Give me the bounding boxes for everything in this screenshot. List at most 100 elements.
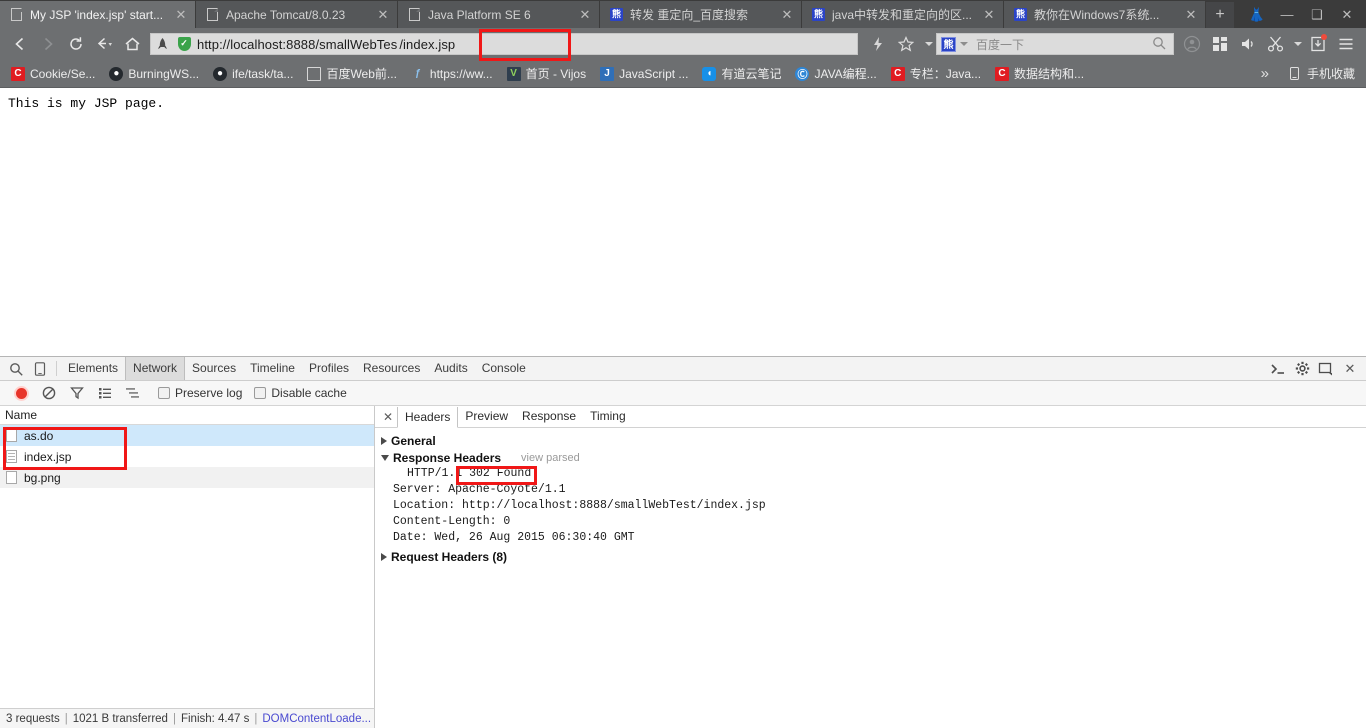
bookmark-item[interactable]: 百度Web前... <box>300 63 403 85</box>
new-tab-button[interactable]: + <box>1206 2 1234 28</box>
header-line: Location: http://localhost:8888/smallWeb… <box>393 499 766 512</box>
preserve-log-checkbox[interactable]: Preserve log <box>158 386 242 400</box>
status-line: HTTP/1.1 302 Found <box>379 466 1366 482</box>
bookmark-item[interactable]: C 专栏：Java... <box>884 63 988 85</box>
request-count: 3 requests <box>6 712 60 725</box>
section-response-headers[interactable]: Response Headers view parsed <box>379 449 1366 466</box>
browser-tab-5[interactable]: 熊 教你在Windows7系统... ✕ <box>1004 1 1206 28</box>
browser-tab-1[interactable]: Apache Tomcat/8.0.23 ✕ <box>196 1 398 28</box>
bookmarks-overflow: » 手机收藏 <box>1249 63 1362 85</box>
scissors-icon[interactable] <box>1262 30 1290 58</box>
bookmark-item[interactable]: Ⓒ JAVA编程... <box>788 63 883 85</box>
list-view-icon[interactable] <box>92 382 118 404</box>
reload-icon[interactable] <box>62 30 90 58</box>
tab-preview[interactable]: Preview <box>458 406 515 427</box>
bookmark-item[interactable]: V 首页 - Vijos <box>500 63 593 85</box>
tab-response[interactable]: Response <box>515 406 583 427</box>
request-list: Name as.do index.jsp bg.png <box>0 406 375 728</box>
filter-icon[interactable] <box>64 382 90 404</box>
close-icon[interactable]: ✕ <box>379 407 397 427</box>
skin-icon[interactable]: 👗 <box>1242 2 1272 28</box>
github-icon: ● <box>109 66 124 81</box>
console-drawer-icon[interactable] <box>1266 358 1290 380</box>
bookmarks-bar: C Cookie/Se... ● BurningWS... ● ife/task… <box>0 60 1366 88</box>
close-icon[interactable]: ✕ <box>1332 2 1362 28</box>
tab-resources[interactable]: Resources <box>356 357 427 380</box>
forward-icon[interactable] <box>34 30 62 58</box>
waterfall-icon[interactable] <box>120 382 146 404</box>
search-icon[interactable] <box>1152 36 1173 53</box>
table-row[interactable]: bg.png <box>0 467 374 488</box>
section-general[interactable]: General <box>379 432 1366 449</box>
close-icon[interactable]: ✕ <box>1183 7 1199 23</box>
disable-cache-checkbox[interactable]: Disable cache <box>254 386 347 400</box>
request-name: index.jsp <box>24 449 72 464</box>
lightning-icon[interactable] <box>864 30 892 58</box>
minimize-icon[interactable]: — <box>1272 2 1302 28</box>
back-icon[interactable] <box>6 30 34 58</box>
address-bar[interactable]: ✓ http://localhost:8888/smallWebTes /ind… <box>150 33 858 55</box>
mobile-bookmarks-item[interactable]: 手机收藏 <box>1281 63 1362 85</box>
bookmark-item[interactable]: ◖ 有道云笔记 <box>695 63 788 85</box>
network-toolbar: Preserve log Disable cache <box>0 381 1366 406</box>
close-icon[interactable]: ✕ <box>779 7 795 23</box>
volume-icon[interactable] <box>1234 30 1262 58</box>
browser-tab-2[interactable]: Java Platform SE 6 ✕ <box>398 1 600 28</box>
table-row[interactable]: as.do <box>0 425 374 446</box>
clear-icon[interactable] <box>36 382 62 404</box>
bookmark-item[interactable]: C Cookie/Se... <box>4 63 102 85</box>
search-box[interactable]: 熊 百度一下 <box>936 33 1174 55</box>
navigation-toolbar: ✓ http://localhost:8888/smallWebTes /ind… <box>0 28 1366 60</box>
close-icon[interactable]: ✕ <box>375 7 391 23</box>
record-icon[interactable] <box>8 382 34 404</box>
tab-profiles[interactable]: Profiles <box>302 357 356 380</box>
tab-console[interactable]: Console <box>475 357 533 380</box>
menu-icon[interactable] <box>1332 30 1360 58</box>
history-icon[interactable] <box>90 30 118 58</box>
section-request-headers[interactable]: Request Headers (8) <box>379 548 1366 565</box>
bookmark-item[interactable]: ƒ https://ww... <box>404 63 500 85</box>
inspect-icon[interactable] <box>4 358 28 380</box>
tab-timing[interactable]: Timing <box>583 406 633 427</box>
browser-tab-3[interactable]: 熊 转发 重定向_百度搜索 ✕ <box>600 1 802 28</box>
home-icon[interactable] <box>118 30 146 58</box>
gear-icon[interactable] <box>1290 358 1314 380</box>
download-badge <box>1321 34 1327 40</box>
bookmark-item[interactable]: ● ife/task/ta... <box>206 63 300 85</box>
bookmark-label: 百度Web前... <box>326 67 397 81</box>
browser-tab-0[interactable]: My JSP 'index.jsp' start... ✕ <box>0 1 196 28</box>
request-name: bg.png <box>24 470 61 485</box>
document-icon <box>307 66 322 81</box>
chevron-double-right-icon[interactable]: » <box>1249 65 1281 82</box>
dock-icon[interactable] <box>1314 358 1338 380</box>
browser-tab-4[interactable]: 熊 java中转发和重定向的区... ✕ <box>802 1 1004 28</box>
tab-audits[interactable]: Audits <box>427 357 474 380</box>
table-row[interactable]: index.jsp <box>0 446 374 467</box>
device-icon[interactable] <box>28 358 52 380</box>
bookmark-item[interactable]: C 数据结构和... <box>988 63 1091 85</box>
tab-network[interactable]: Network <box>125 357 186 380</box>
download-icon[interactable] <box>1304 30 1332 58</box>
tab-sources[interactable]: Sources <box>185 357 243 380</box>
apps-icon[interactable] <box>1206 30 1234 58</box>
star-icon[interactable] <box>892 30 920 58</box>
tab-elements[interactable]: Elements <box>61 357 125 380</box>
blank-doc-icon <box>6 429 17 442</box>
browser-tab-strip: My JSP 'index.jsp' start... ✕ Apache Tom… <box>0 0 1366 28</box>
restore-icon[interactable]: ❑ <box>1302 2 1332 28</box>
column-header-name[interactable]: Name <box>0 406 374 425</box>
chevron-down-icon[interactable] <box>1290 30 1304 58</box>
tab-headers[interactable]: Headers <box>397 406 459 428</box>
user-icon[interactable] <box>1178 30 1206 58</box>
tab-timeline[interactable]: Timeline <box>243 357 302 380</box>
close-icon[interactable]: ✕ <box>981 7 997 23</box>
search-input[interactable]: 百度一下 <box>968 36 1152 53</box>
bookmark-item[interactable]: ● BurningWS... <box>102 63 206 85</box>
bookmark-item[interactable]: J JavaScript ... <box>593 63 695 85</box>
close-icon[interactable]: ✕ <box>1338 358 1362 380</box>
disable-cache-label: Disable cache <box>271 386 347 400</box>
view-parsed-link[interactable]: view parsed <box>521 452 580 464</box>
close-icon[interactable]: ✕ <box>577 7 593 23</box>
close-icon[interactable]: ✕ <box>173 7 189 23</box>
chevron-down-icon[interactable] <box>920 30 936 58</box>
